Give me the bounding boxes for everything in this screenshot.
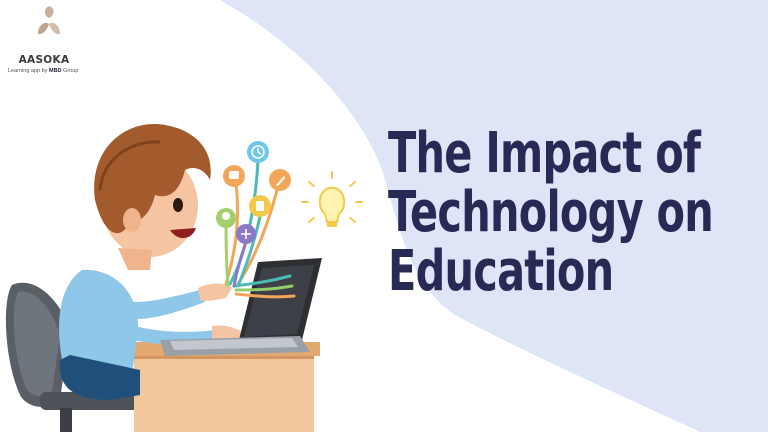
tagline: Learning app by MBD Group [8,68,79,74]
plus-minus-icon [236,224,256,244]
boy-head [94,124,211,270]
lightbulb-icon [301,171,363,227]
headline-line-1: The Impact of [388,121,701,186]
lightbulb-small-icon [216,208,236,228]
logo-mark-icon [38,6,60,35]
desk-icon [130,342,320,432]
boy-using-laptop-illustration [5,124,363,432]
brand-name: AASOKA [18,54,70,66]
document-icon [249,195,271,217]
logo[interactable]: AASOKA Learning app by MBD Group [8,4,90,76]
rocket-icon [269,169,291,191]
headline-line-3: Education [388,239,614,304]
headline: The Impact of Technology on Education [388,124,758,301]
headline-line-2: Technology on [388,180,714,245]
clock-icon [247,141,269,163]
chat-bubble-icon [223,165,245,187]
